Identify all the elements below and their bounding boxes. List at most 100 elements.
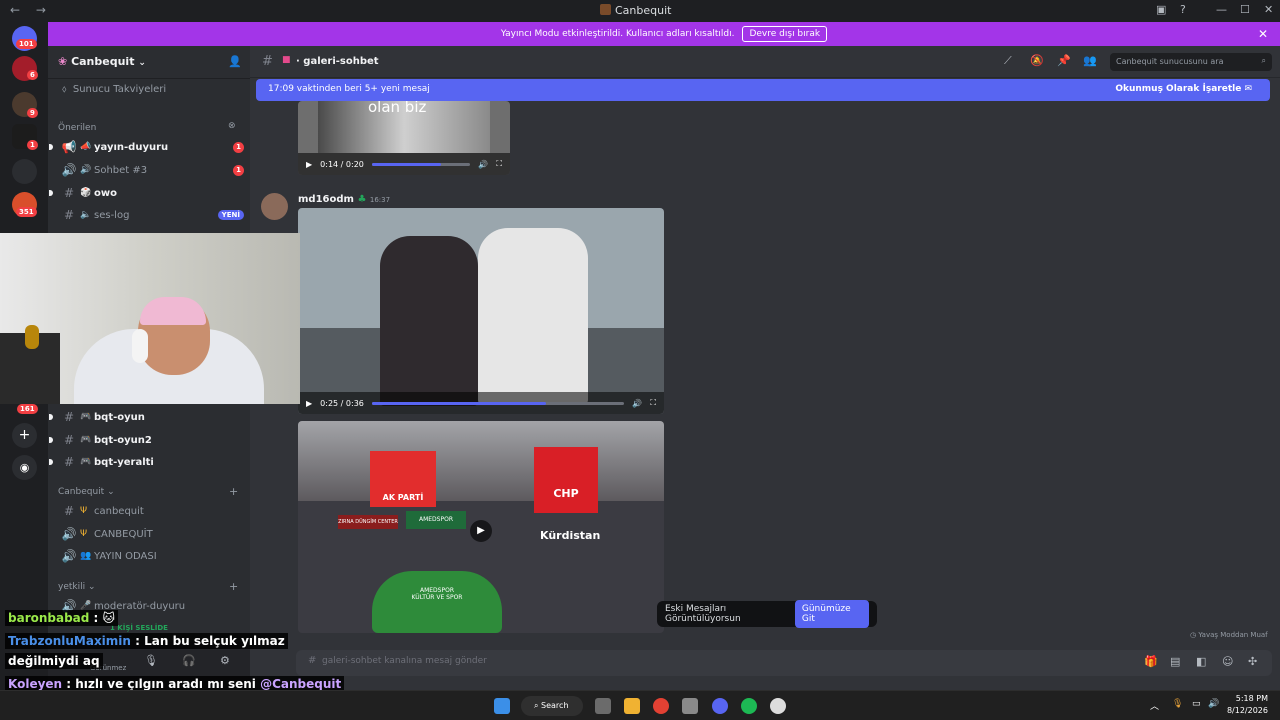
sticker-icon[interactable]: ◧: [1196, 655, 1206, 668]
video-player[interactable]: olan biz ▶ 0:14 / 0:20 🔊 ⛶: [298, 101, 510, 175]
sign-kurdistan: Kürdistan: [540, 529, 601, 542]
hash-icon: #: [63, 433, 75, 447]
chat-line: değilmiydi aq: [5, 653, 103, 669]
windows-start-icon[interactable]: [494, 698, 510, 714]
category-canbequit[interactable]: Canbequit ⌄: [58, 487, 115, 497]
volume-icon[interactable]: 🔊: [1208, 699, 1219, 709]
message-author[interactable]: md16odm ♣ 16:37: [298, 194, 390, 205]
channel-item[interactable]: 🔊 🔊 Sohbet #3 1: [58, 160, 244, 180]
category-yetkili[interactable]: yetkili ⌄: [58, 582, 96, 592]
task-view-icon[interactable]: [595, 698, 611, 714]
taskbar-search[interactable]: ⌕ Search: [521, 696, 583, 716]
sign-amedspor: AMEDSPOR: [406, 511, 466, 529]
store-icon[interactable]: [682, 698, 698, 714]
amedspor-car: AMEDSPOR KÜLTÜR VE SPOR: [372, 571, 502, 633]
channel-item[interactable]: # Ψ canbequit: [58, 501, 244, 521]
channel-emoji-icon: ■: [282, 55, 291, 65]
add-channel-icon[interactable]: +: [229, 485, 238, 498]
gift-icon[interactable]: 🎁: [1144, 655, 1158, 668]
video-progress[interactable]: [371, 162, 471, 166]
chrome-icon[interactable]: [653, 698, 669, 714]
volume-icon[interactable]: 🔊: [478, 160, 488, 169]
video-player[interactable]: AK PARTİ CHP ZIRNA DÜNGİM CENTER AMEDSPO…: [298, 421, 664, 633]
threads-icon[interactable]: ⟋: [1004, 54, 1012, 68]
obs-icon[interactable]: [770, 698, 786, 714]
jump-to-present-button[interactable]: Günümüze Git: [794, 600, 869, 628]
headphone-shape: [132, 329, 148, 363]
close-icon[interactable]: ⊗: [228, 121, 236, 131]
hash-icon: #: [63, 186, 75, 200]
members-icon[interactable]: 👥: [1083, 54, 1097, 67]
volume-icon[interactable]: 🔊: [632, 399, 642, 408]
video-progress[interactable]: [371, 401, 625, 405]
avatar[interactable]: [261, 193, 288, 220]
new-badge: YENİ: [217, 210, 244, 220]
close-window-button[interactable]: ✕: [1264, 3, 1273, 16]
channel-item[interactable]: 🔊 Ψ CANBEQUİT: [58, 524, 244, 544]
apps-icon[interactable]: ✣: [1248, 655, 1257, 668]
pin-icon[interactable]: 📌: [1057, 54, 1071, 67]
video-player[interactable]: ▶ 0:25 / 0:36 🔊 ⛶: [298, 208, 664, 414]
role-icon: ♣: [357, 194, 367, 205]
fullscreen-icon[interactable]: ⛶: [496, 159, 502, 169]
file-explorer-icon[interactable]: [624, 698, 640, 714]
channel-item[interactable]: 🔊 👥 YAYIN ODASI: [58, 546, 244, 566]
add-channel-icon[interactable]: +: [229, 580, 238, 593]
search-input[interactable]: Canbequit sunucusunu ara ⌕: [1110, 53, 1272, 71]
search-icon: ⌕: [1261, 56, 1266, 65]
notifications-off-icon[interactable]: 🔕: [1030, 54, 1044, 67]
chevron-down-icon: ⌄: [138, 58, 146, 68]
hash-icon: #: [63, 208, 75, 222]
new-messages-bar[interactable]: 17:09 vaktinden beri 5+ yeni mesaj Okunm…: [256, 79, 1270, 101]
emoji-icon[interactable]: ☺: [1222, 655, 1233, 668]
invite-icon[interactable]: 👤: [228, 55, 242, 68]
video-controls: ▶ 0:25 / 0:36 🔊 ⛶: [298, 392, 664, 414]
hash-icon: #: [63, 410, 75, 424]
fullscreen-icon[interactable]: ⛶: [650, 398, 656, 408]
folder-icon[interactable]: [12, 159, 37, 184]
announcement-icon: 📢: [61, 140, 77, 154]
play-icon[interactable]: ▶: [306, 399, 312, 408]
hash-icon: #: [262, 54, 273, 69]
nav-arrows[interactable]: ← →: [10, 3, 52, 17]
message-composer[interactable]: # galeri-sohbet kanalına mesaj gönder 🎁 …: [296, 650, 1272, 676]
mark-read-button[interactable]: Okunmuş Olarak İşaretle ✉: [1115, 84, 1252, 94]
inbox-icon[interactable]: ▣: [1156, 3, 1166, 16]
video-figure: [380, 236, 478, 406]
channel-item[interactable]: # 🔈 ses-log YENİ: [58, 205, 244, 225]
slowmode-status: ◷ Yavaş Moddan Muaf: [1190, 631, 1268, 639]
channel-item[interactable]: 📢 📣 yayın-duyuru 1: [49, 137, 244, 157]
network-icon[interactable]: ▭: [1192, 699, 1201, 709]
channel-item[interactable]: # 🎮 bqt-yeralti: [49, 452, 244, 472]
discord-icon[interactable]: [712, 698, 728, 714]
video-time: 0:14 / 0:20: [320, 159, 364, 169]
maximize-button[interactable]: ☐: [1240, 3, 1250, 16]
hash-icon: #: [63, 504, 75, 518]
category-recommended[interactable]: Önerilen: [58, 123, 96, 133]
channel-item[interactable]: # 🎮 bqt-oyun: [49, 407, 244, 427]
window-title: Canbequit: [600, 4, 700, 17]
sign-zirna: ZIRNA DÜNGİM CENTER: [338, 515, 398, 529]
play-icon[interactable]: ▶: [306, 160, 312, 169]
chevron-up-icon[interactable]: ︿: [1150, 699, 1159, 712]
disable-streamer-mode-button[interactable]: Devre dışı bırak: [742, 26, 828, 42]
channel-item[interactable]: # 🎲 owo: [49, 183, 244, 203]
rail-badge: 161: [17, 404, 38, 414]
mic-icon[interactable]: 🎙: [1172, 699, 1183, 709]
server-name[interactable]: ❀ Canbequit ⌄: [58, 55, 146, 68]
add-server-icon[interactable]: +: [12, 423, 37, 448]
spotify-icon[interactable]: [741, 698, 757, 714]
help-icon[interactable]: ?: [1180, 3, 1186, 16]
explore-icon[interactable]: ◉: [12, 455, 37, 480]
mark-read-icon: ✉: [1244, 84, 1252, 94]
channel-header: # ■ · galeri-sohbet ⟋ 🔕 📌 👥 Canbequit su…: [250, 46, 1280, 78]
gif-icon[interactable]: ▤: [1170, 655, 1180, 668]
server-boosts[interactable]: ⬨ Sunucu Takviyeleri: [62, 84, 166, 95]
mention-badge: 1: [233, 141, 244, 153]
minimize-button[interactable]: —: [1216, 3, 1227, 16]
close-icon[interactable]: ✕: [1258, 27, 1268, 41]
channel-item[interactable]: # 🎮 bqt-oyun2: [49, 430, 244, 450]
play-icon[interactable]: ▶: [470, 520, 492, 542]
video-time: 0:25 / 0:36: [320, 398, 364, 408]
hash-icon: #: [63, 455, 75, 469]
